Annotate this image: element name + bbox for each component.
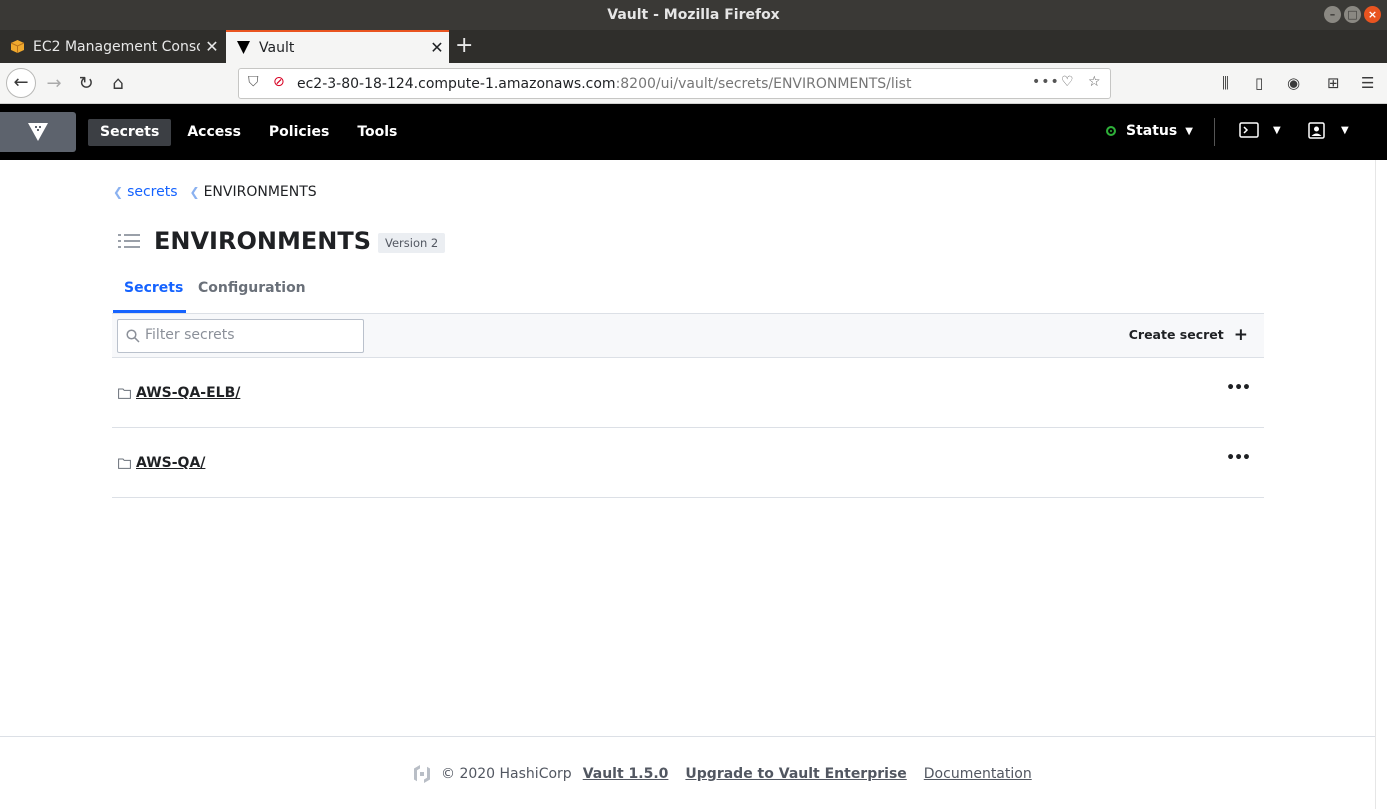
more-actions-icon[interactable]: ••• — [1226, 380, 1251, 396]
user-icon — [1308, 122, 1325, 139]
tab-label: EC2 Management Console — [33, 38, 200, 55]
nav-secrets[interactable]: Secrets — [88, 119, 172, 146]
folder-icon — [118, 458, 131, 469]
browser-tabbar: EC2 Management Console ✕ Vault ✕ + — [0, 30, 1387, 63]
status-label: Status — [1126, 123, 1178, 139]
chevron-down-icon: ▼ — [1185, 125, 1193, 137]
account-icon[interactable]: ◉ — [1287, 74, 1300, 92]
more-actions-icon[interactable]: ••• — [1226, 450, 1251, 466]
browser-tab-vault[interactable]: Vault ✕ — [226, 30, 449, 63]
back-arrow-icon[interactable]: ← — [6, 68, 36, 98]
copyright-text: © 2020 HashiCorp — [441, 766, 572, 782]
close-tab-icon[interactable]: ✕ — [200, 37, 224, 56]
close-tab-icon[interactable]: ✕ — [425, 38, 449, 57]
chevron-down-icon: ▼ — [1273, 124, 1281, 136]
status-ok-icon — [1106, 126, 1116, 136]
page-header: ENVIRONMENTS Version 2 — [118, 227, 446, 255]
vault-version-link[interactable]: Vault 1.5.0 — [583, 766, 669, 782]
maximize-button[interactable]: □ — [1344, 6, 1361, 23]
breadcrumb: ❮ secrets ❮ ENVIRONMENTS — [113, 184, 317, 200]
extensions-icon[interactable]: ⊞ — [1327, 74, 1340, 92]
vault-header: Secrets Access Policies Tools Status ▼ ▼… — [0, 104, 1387, 160]
minimize-button[interactable]: – — [1324, 6, 1341, 23]
vault-logo-icon — [28, 123, 48, 141]
breadcrumb-chevron-icon: ❮ — [189, 185, 200, 199]
breadcrumb-secrets-link[interactable]: secrets — [127, 184, 177, 200]
breadcrumb-chevron-icon: ❮ — [113, 185, 124, 199]
create-secret-label: Create secret — [1128, 327, 1224, 342]
page-actions-icon[interactable]: ••• — [1032, 74, 1060, 90]
window-title: Vault - Mozilla Firefox — [607, 7, 780, 23]
secrets-toolbar: Create secret + — [112, 313, 1264, 358]
footer: © 2020 HashiCorp Vault 1.5.0 Upgrade to … — [0, 736, 1375, 809]
documentation-link[interactable]: Documentation — [924, 766, 1032, 782]
browser-tab-ec2[interactable]: EC2 Management Console ✕ — [0, 30, 224, 63]
page-title: ENVIRONMENTS — [154, 227, 371, 255]
search-icon — [126, 329, 140, 343]
create-secret-button[interactable]: Create secret + — [1128, 324, 1248, 345]
window-controls: – □ × — [1324, 6, 1381, 23]
page-scrollbar[interactable] — [1375, 160, 1387, 809]
shield-icon[interactable]: ⛉ — [248, 74, 259, 90]
url-text[interactable]: ec2-3-80-18-124.compute-1.amazonaws.com:… — [297, 76, 911, 92]
url-bar[interactable]: ⛉ ⊘ ec2-3-80-18-124.compute-1.amazonaws.… — [238, 68, 1111, 99]
nav-tools[interactable]: Tools — [345, 119, 409, 146]
plus-icon: + — [1233, 324, 1248, 345]
filter-secrets-input[interactable] — [145, 327, 355, 343]
engine-tabs: Secrets Configuration — [113, 272, 1263, 313]
status-menu[interactable]: Status ▼ — [1106, 123, 1193, 139]
browser-navbar: ← → ↻ ⌂ ⛉ ⊘ ec2-3-80-18-124.compute-1.am… — [0, 63, 1387, 104]
pocket-icon[interactable]: ♡ — [1061, 74, 1074, 90]
folder-icon — [118, 388, 131, 399]
tab-secrets[interactable]: Secrets — [124, 280, 183, 296]
new-tab-icon[interactable]: + — [455, 33, 473, 58]
vault-main-nav: Secrets Access Policies Tools — [88, 119, 409, 146]
window-titlebar: Vault - Mozilla Firefox – □ × — [0, 0, 1387, 30]
secrets-list-icon — [118, 234, 140, 248]
chevron-down-icon: ▼ — [1341, 125, 1349, 136]
secret-path-link[interactable]: AWS-QA/ — [136, 455, 205, 471]
console-menu[interactable]: ▼ — [1239, 122, 1281, 138]
home-icon[interactable]: ⌂ — [104, 70, 132, 98]
nav-policies[interactable]: Policies — [257, 119, 341, 146]
vault-logo-home-link[interactable] — [0, 112, 76, 152]
close-window-button[interactable]: × — [1364, 6, 1381, 23]
breadcrumb-current: ENVIRONMENTS — [203, 184, 317, 200]
vault-triangle-icon — [236, 40, 251, 55]
upgrade-link[interactable]: Upgrade to Vault Enterprise — [685, 766, 906, 782]
nav-access[interactable]: Access — [175, 119, 253, 146]
list-item[interactable]: AWS-QA/ ••• — [112, 428, 1264, 498]
tab-label: Vault — [259, 39, 295, 56]
hamburger-menu-icon[interactable]: ☰ — [1361, 74, 1374, 92]
hashicorp-logo-icon — [414, 765, 430, 783]
reload-icon[interactable]: ↻ — [72, 70, 100, 98]
forward-arrow-icon[interactable]: → — [40, 70, 68, 98]
version-badge: Version 2 — [377, 232, 446, 253]
tab-configuration[interactable]: Configuration — [198, 280, 306, 296]
secret-path-link[interactable]: AWS-QA-ELB/ — [136, 385, 240, 401]
header-divider — [1214, 118, 1215, 146]
bookmark-star-icon[interactable]: ☆ — [1088, 74, 1101, 90]
library-icon[interactable]: ⫼ — [1222, 74, 1229, 92]
list-item[interactable]: AWS-QA-ELB/ ••• — [112, 358, 1264, 428]
filter-secrets-field[interactable] — [117, 319, 364, 353]
aws-box-icon — [10, 39, 25, 54]
sidebar-icon[interactable]: ▯ — [1255, 74, 1263, 92]
insecure-lock-icon[interactable]: ⊘ — [273, 74, 285, 90]
terminal-icon — [1239, 122, 1259, 138]
user-menu[interactable]: ▼ — [1308, 122, 1349, 139]
